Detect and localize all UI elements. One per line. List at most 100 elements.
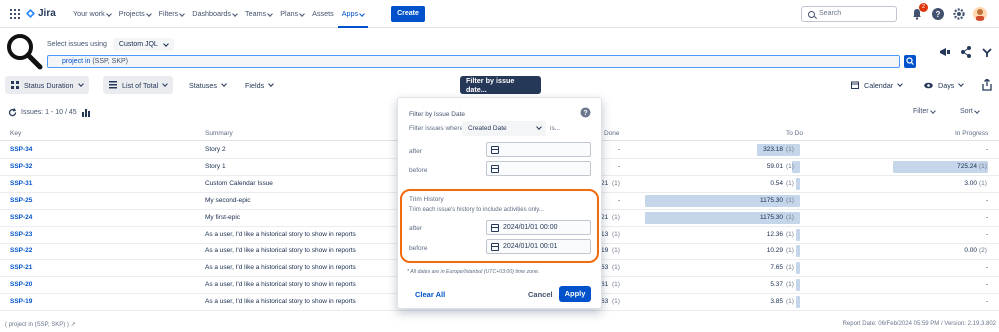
todo-count: (1) (786, 196, 794, 204)
app-switcher-icon[interactable] (10, 9, 20, 19)
issue-key-link[interactable]: SSP-19 (10, 298, 32, 305)
user-avatar[interactable] (973, 7, 987, 21)
apply-button[interactable]: Apply (559, 286, 591, 302)
todo-duration-bar (796, 177, 800, 190)
calendar-dropdown[interactable]: Calendar (845, 76, 908, 94)
done-value: - (618, 162, 621, 170)
status-duration-dropdown[interactable]: Status Duration (5, 76, 89, 94)
clear-all-button[interactable]: Clear All (415, 290, 445, 299)
query-mode-select[interactable]: Custom JQL (112, 38, 174, 51)
done-value: 21 (601, 213, 609, 221)
jql-rest: (SSP, SKP) (90, 58, 129, 65)
todo-value: 1175.30 (759, 213, 783, 221)
done-count: (1) (612, 264, 620, 272)
issue-key-link[interactable]: SSP-24 (10, 214, 32, 221)
panel-title: Filter by Issue Date (409, 111, 465, 118)
todo-value: 12.36 (766, 230, 783, 238)
todo-duration-bar (796, 262, 800, 275)
issue-key-link[interactable]: SSP-34 (10, 146, 32, 153)
trim-history-highlight (400, 189, 599, 263)
done-value: 61 (601, 281, 609, 289)
search-input[interactable]: Search (801, 6, 897, 22)
export-icon[interactable] (982, 79, 992, 91)
jql-keyword: project in (62, 58, 91, 65)
done-value: 19 (601, 247, 609, 255)
issue-key-link[interactable]: SSP-23 (10, 231, 32, 238)
inprogress-value: 725.24 (957, 162, 977, 170)
nav-projects[interactable]: Projects (115, 0, 155, 28)
primary-nav: Your work Projects Filters Dashboards Te… (69, 0, 369, 28)
issue-key-link[interactable]: SSP-25 (10, 197, 32, 204)
nav-your-work[interactable]: Your work (69, 0, 115, 28)
todo-duration-bar (796, 245, 800, 258)
todo-count: (1) (786, 179, 794, 187)
select-issues-label: Select issues using (47, 41, 107, 48)
inprogress-value: - (986, 298, 989, 306)
issue-key-link[interactable]: SSP-22 (10, 247, 32, 254)
days-dropdown[interactable]: Days (918, 76, 969, 94)
top-navigation: Jira Your work Projects Filters Dashboar… (0, 0, 999, 28)
filter-button[interactable]: Filter (913, 108, 936, 115)
refresh-icon[interactable] (8, 108, 17, 117)
jql-input[interactable]: project in (SSP, SKP) (47, 55, 900, 68)
issue-summary: As a user, I'd like a historical story t… (205, 230, 356, 238)
nav-apps[interactable]: Apps (337, 0, 369, 28)
col-summary[interactable]: Summary (205, 130, 233, 137)
issue-key-link[interactable]: SSP-20 (10, 281, 32, 288)
issue-summary: As a user, I'd like a historical story t… (205, 281, 356, 289)
col-inprogress[interactable]: In Progress (955, 130, 988, 137)
inprogress-value: - (986, 281, 989, 289)
issue-summary: Story 2 (205, 146, 226, 153)
done-count: (1) (612, 298, 620, 306)
megaphone-icon[interactable] (938, 45, 952, 59)
todo-duration-bar (796, 279, 800, 292)
share-icon[interactable] (959, 45, 973, 59)
date-field-select[interactable]: Created Date (462, 121, 546, 136)
nav-dashboards[interactable]: Dashboards (188, 0, 241, 28)
jql-search-button[interactable] (904, 55, 916, 68)
inprogress-value: 0.00 (964, 247, 977, 255)
issue-key-link[interactable]: SSP-31 (10, 180, 32, 187)
help-icon[interactable]: ? (580, 107, 591, 118)
issue-summary: As a user, I'd like a historical story t… (205, 264, 356, 272)
inprogress-value: - (986, 230, 989, 238)
sort-button[interactable]: Sort (960, 108, 980, 115)
filter-by-issue-date-button[interactable]: Filter by issue date... (460, 76, 541, 94)
col-done[interactable]: Done (604, 130, 620, 137)
issue-summary: My first-epic (205, 213, 241, 221)
col-todo[interactable]: To Do (786, 130, 803, 137)
nav-plans[interactable]: Plans (276, 0, 308, 28)
statuses-dropdown[interactable]: Statuses (183, 76, 232, 94)
create-button[interactable]: Create (391, 6, 425, 22)
before-date-input[interactable] (486, 161, 591, 176)
nav-filters[interactable]: Filters (155, 0, 189, 28)
todo-count: (1) (786, 281, 794, 289)
inprogress-value: - (986, 146, 989, 153)
external-link-icon[interactable]: ↗ (71, 322, 76, 328)
done-count: (1) (612, 281, 620, 289)
collapse-icon[interactable] (980, 45, 994, 59)
todo-duration-bar (796, 228, 800, 241)
cancel-button[interactable]: Cancel (528, 290, 553, 299)
nav-teams[interactable]: Teams (241, 0, 276, 28)
search-placeholder: Search (819, 10, 842, 17)
issue-summary: My second-epic (205, 196, 251, 204)
timezone-note: * All dates are in Europe/Istanbul (UTC+… (407, 269, 540, 275)
svg-text:?: ? (936, 10, 941, 19)
after-date-input[interactable] (486, 142, 591, 157)
settings-gear-icon[interactable] (952, 7, 966, 21)
list-icon (109, 81, 117, 89)
jira-logo-text: Jira (38, 8, 56, 19)
jira-logo[interactable]: Jira (26, 8, 56, 19)
fields-dropdown[interactable]: Fields (239, 76, 279, 94)
issue-key-link[interactable]: SSP-21 (10, 264, 32, 271)
issue-key-link[interactable]: SSP-32 (10, 163, 32, 170)
done-value: - (618, 196, 621, 204)
col-key[interactable]: Key (10, 130, 21, 137)
chart-icon[interactable] (81, 108, 91, 117)
before-label: before (409, 167, 428, 174)
nav-assets[interactable]: Assets (308, 0, 338, 28)
todo-value: 323.18 (763, 146, 783, 153)
help-icon[interactable]: ? (931, 7, 945, 21)
list-of-total-dropdown[interactable]: List of Total (103, 76, 174, 94)
